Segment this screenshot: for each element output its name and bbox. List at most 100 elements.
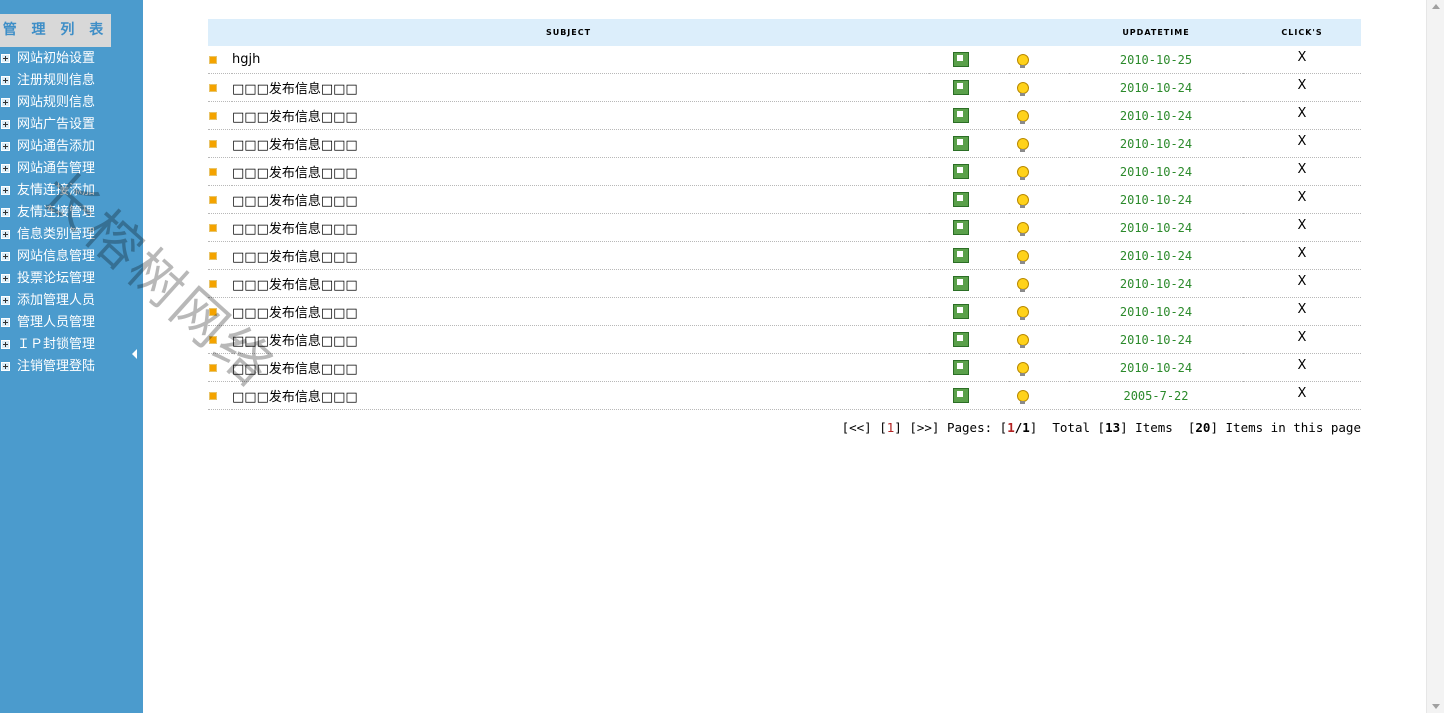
- edit-download-icon[interactable]: [953, 52, 969, 67]
- lightbulb-icon[interactable]: [1017, 250, 1029, 264]
- sidebar-item[interactable]: 信息类别管理: [0, 224, 143, 246]
- sidebar-item[interactable]: 友情连接管理: [0, 202, 143, 224]
- edit-download-icon[interactable]: [953, 332, 969, 347]
- bullet-cell: [208, 157, 232, 186]
- lightbulb-icon[interactable]: [1017, 166, 1029, 180]
- subject-cell[interactable]: □□□发布信息□□□: [232, 381, 929, 410]
- lightbulb-icon[interactable]: [1017, 390, 1029, 404]
- subject-cell[interactable]: □□□发布信息□□□: [232, 73, 929, 102]
- sidebar-item[interactable]: 注册规则信息: [0, 70, 143, 92]
- edit-download-icon[interactable]: [953, 388, 969, 403]
- delete-x-button[interactable]: X: [1298, 386, 1307, 401]
- sidebar-item[interactable]: 网站通告管理: [0, 158, 143, 180]
- subject-cell[interactable]: □□□发布信息□□□: [232, 101, 929, 130]
- plus-box-icon[interactable]: [1, 252, 10, 261]
- lightbulb-icon[interactable]: [1017, 334, 1029, 348]
- edit-download-icon[interactable]: [953, 136, 969, 151]
- plus-box-icon[interactable]: [1, 186, 10, 195]
- delete-x-button[interactable]: X: [1298, 50, 1307, 65]
- sidebar-item[interactable]: 友情连接添加: [0, 180, 143, 202]
- edit-download-icon[interactable]: [953, 276, 969, 291]
- subject-cell[interactable]: □□□发布信息□□□: [232, 297, 929, 326]
- pages-close: ]: [1029, 420, 1038, 435]
- edit-download-icon[interactable]: [953, 108, 969, 123]
- lightbulb-icon[interactable]: [1017, 278, 1029, 292]
- plus-box-icon[interactable]: [1, 98, 10, 107]
- plus-box-icon[interactable]: [1, 54, 10, 63]
- lightbulb-icon[interactable]: [1017, 194, 1029, 208]
- plus-box-icon[interactable]: [1, 142, 10, 151]
- plus-box-icon[interactable]: [1, 208, 10, 217]
- lightbulb-icon[interactable]: [1017, 110, 1029, 124]
- sidebar-item[interactable]: 添加管理人员: [0, 290, 143, 312]
- plus-box-icon[interactable]: [1, 230, 10, 239]
- first-page-link[interactable]: [<<]: [842, 420, 872, 435]
- sidebar-item[interactable]: 网站通告添加: [0, 136, 143, 158]
- date-cell: 2010-10-24: [1069, 353, 1243, 382]
- vertical-scrollbar[interactable]: [1426, 0, 1444, 713]
- sidebar-item[interactable]: 投票论坛管理: [0, 268, 143, 290]
- bullet-cell: [208, 73, 232, 102]
- sidebar-item[interactable]: 网站广告设置: [0, 114, 143, 136]
- delete-x-button[interactable]: X: [1298, 358, 1307, 373]
- subject-cell[interactable]: □□□发布信息□□□: [232, 185, 929, 214]
- delete-x-button[interactable]: X: [1298, 134, 1307, 149]
- plus-box-icon[interactable]: [1, 120, 10, 129]
- collapse-left-arrow-icon[interactable]: [132, 349, 137, 359]
- delete-x-button[interactable]: X: [1298, 106, 1307, 121]
- plus-box-icon[interactable]: [1, 362, 10, 371]
- plus-box-icon[interactable]: [1, 318, 10, 327]
- subject-cell[interactable]: □□□发布信息□□□: [232, 241, 929, 270]
- sidebar-item[interactable]: 注销管理登陆: [0, 356, 143, 378]
- delete-x-button[interactable]: X: [1298, 246, 1307, 261]
- date-cell: 2010-10-24: [1069, 325, 1243, 354]
- date-cell: 2010-10-24: [1069, 241, 1243, 270]
- next-page-link[interactable]: [>>]: [909, 420, 939, 435]
- edit-download-icon[interactable]: [953, 80, 969, 95]
- lightbulb-icon[interactable]: [1017, 362, 1029, 376]
- subject-cell[interactable]: □□□发布信息□□□: [232, 353, 929, 382]
- subject-cell[interactable]: □□□发布信息□□□: [232, 157, 929, 186]
- scroll-down-arrow-icon[interactable]: [1432, 704, 1440, 709]
- subject-cell[interactable]: □□□发布信息□□□: [232, 269, 929, 298]
- subject-cell[interactable]: □□□发布信息□□□: [232, 325, 929, 354]
- sidebar-item[interactable]: 管理人员管理: [0, 312, 143, 334]
- delete-x-button[interactable]: X: [1298, 218, 1307, 233]
- sidebar-item[interactable]: 网站初始设置: [0, 48, 143, 70]
- plus-box-icon[interactable]: [1, 296, 10, 305]
- edit-download-icon[interactable]: [953, 220, 969, 235]
- plus-box-icon[interactable]: [1, 274, 10, 283]
- sidebar-item-label: 网站规则信息: [17, 95, 96, 110]
- delete-x-button[interactable]: X: [1298, 190, 1307, 205]
- lightbulb-icon[interactable]: [1017, 306, 1029, 320]
- delete-x-button[interactable]: X: [1298, 78, 1307, 93]
- orange-square-bullet-icon: [209, 392, 217, 400]
- lightbulb-icon[interactable]: [1017, 82, 1029, 96]
- plus-box-icon[interactable]: [1, 164, 10, 173]
- edit-download-icon[interactable]: [953, 248, 969, 263]
- edit-download-icon[interactable]: [953, 304, 969, 319]
- delete-x-button[interactable]: X: [1298, 162, 1307, 177]
- delete-x-button[interactable]: X: [1298, 330, 1307, 345]
- plus-box-icon[interactable]: [1, 340, 10, 349]
- edit-download-icon[interactable]: [953, 192, 969, 207]
- lightbulb-icon[interactable]: [1017, 222, 1029, 236]
- edit-download-icon[interactable]: [953, 164, 969, 179]
- lightbulb-icon[interactable]: [1017, 54, 1029, 68]
- delete-x-button[interactable]: X: [1298, 274, 1307, 289]
- orange-square-bullet-icon: [209, 168, 217, 176]
- table-row: □□□发布信息□□□ 2010-10-24 X: [208, 213, 1361, 242]
- sidebar-item[interactable]: ＩＰ封锁管理: [0, 334, 143, 356]
- sidebar-item[interactable]: 网站规则信息: [0, 92, 143, 114]
- page-1-link[interactable]: [1]: [879, 420, 902, 435]
- edit-download-icon[interactable]: [953, 360, 969, 375]
- sidebar-item[interactable]: 网站信息管理: [0, 246, 143, 268]
- plus-box-icon[interactable]: [1, 76, 10, 85]
- lightbulb-icon[interactable]: [1017, 138, 1029, 152]
- delete-x-button[interactable]: X: [1298, 302, 1307, 317]
- orange-square-bullet-icon: [209, 308, 217, 316]
- subject-cell[interactable]: □□□发布信息□□□: [232, 129, 929, 158]
- subject-cell[interactable]: □□□发布信息□□□: [232, 213, 929, 242]
- subject-cell[interactable]: hgjh: [232, 46, 929, 74]
- scroll-up-arrow-icon[interactable]: [1432, 4, 1440, 9]
